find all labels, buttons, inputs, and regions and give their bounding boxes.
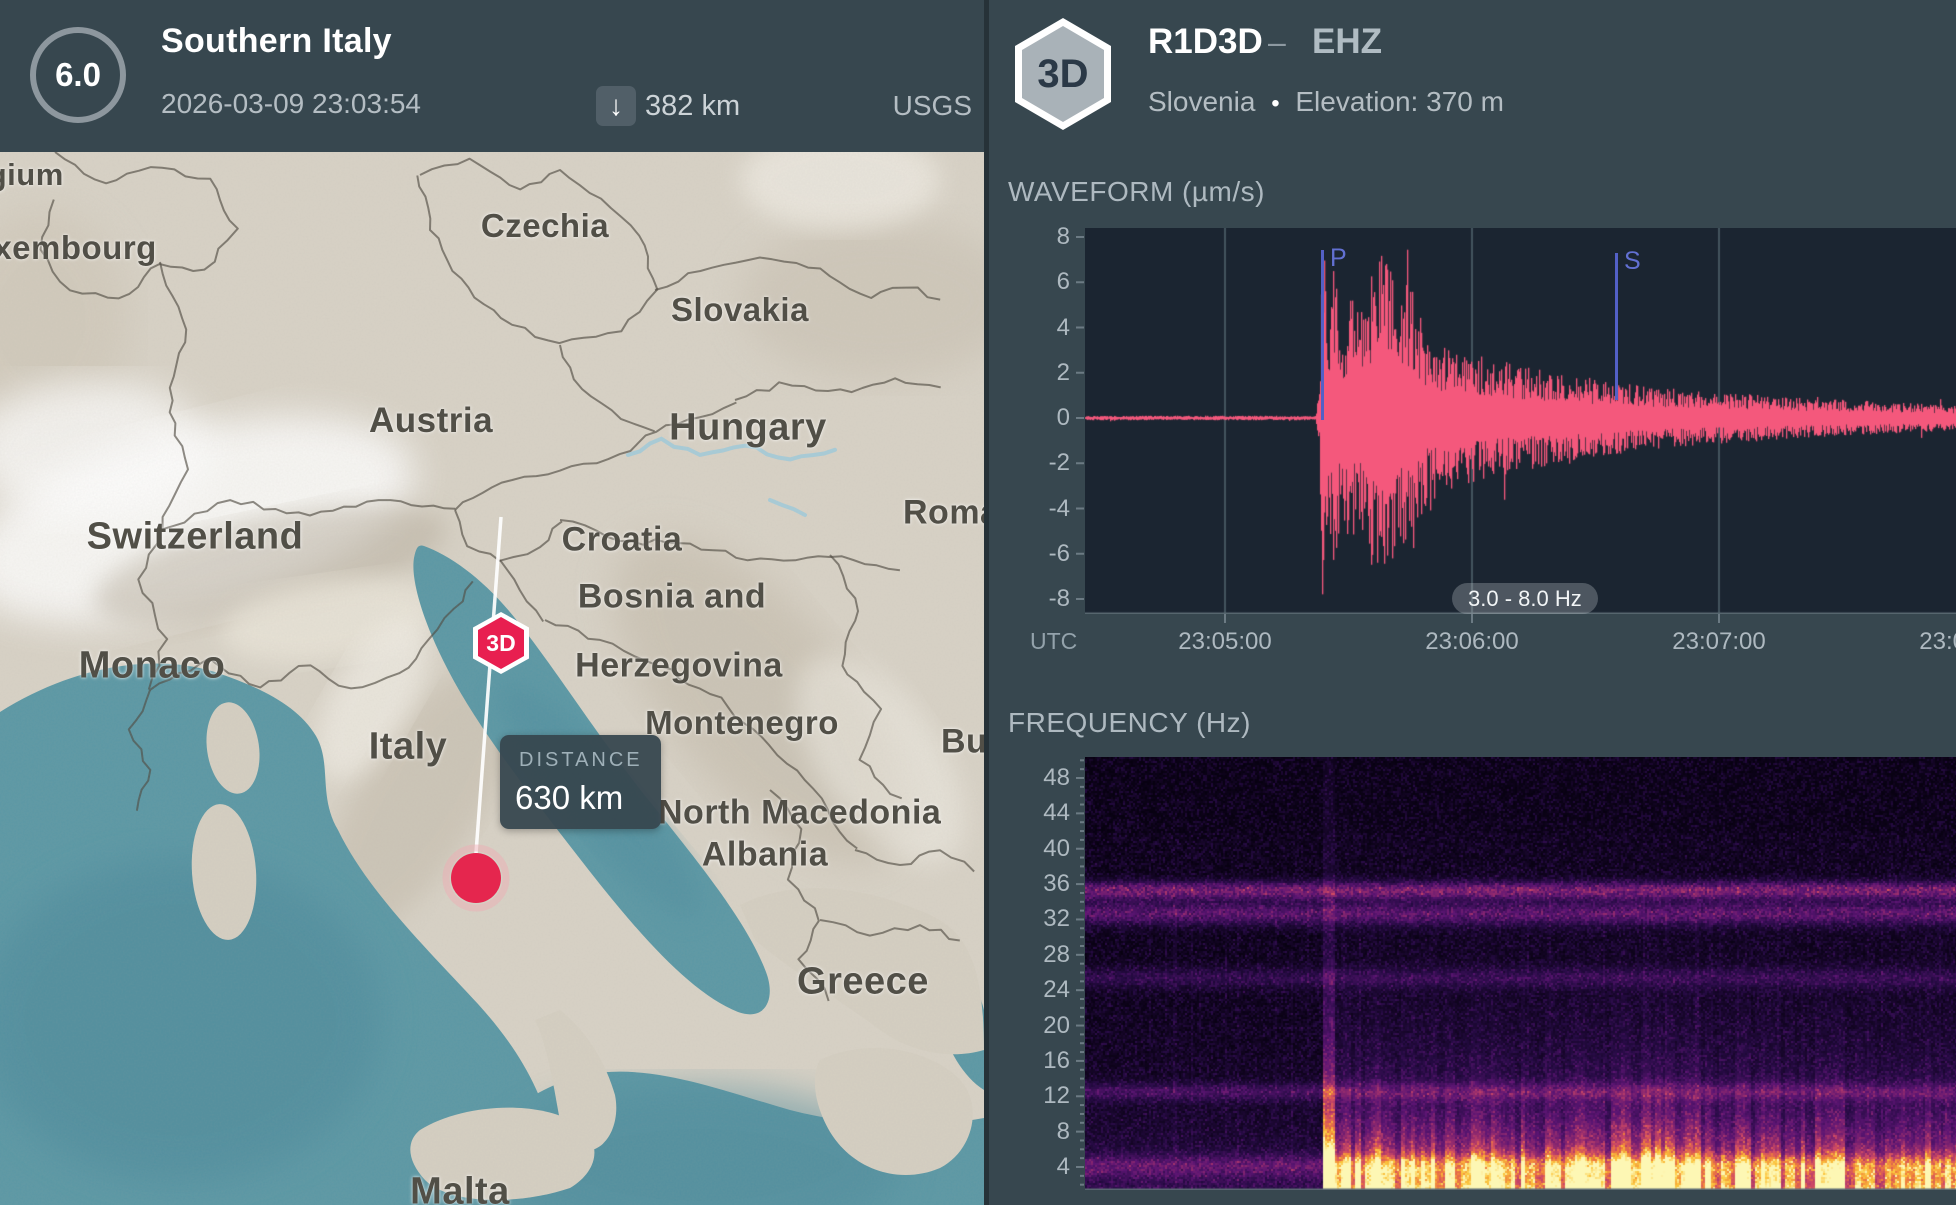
magnitude-badge: 6.0 bbox=[30, 27, 126, 123]
waveform-ytick: 4 bbox=[1008, 314, 1070, 342]
p-phase-label: P bbox=[1330, 244, 1347, 273]
frequency-ytick: 28 bbox=[1008, 941, 1070, 969]
frequency-ytick: 24 bbox=[1008, 976, 1070, 1004]
map-label-montenegro: Montenegro bbox=[645, 704, 839, 742]
utc-label: UTC bbox=[1030, 628, 1077, 655]
frequency-ytick: 12 bbox=[1008, 1082, 1070, 1110]
event-datetime: 2026-03-09 23:03:54 bbox=[161, 88, 421, 120]
map-label-bulgaria: Bulgaria bbox=[941, 723, 984, 762]
station-location-line: Slovenia • Elevation: 370 m bbox=[1148, 86, 1504, 118]
waveform-ytick: -4 bbox=[1008, 495, 1070, 523]
distance-tooltip: DISTANCE 630 km bbox=[500, 735, 661, 829]
map-label-belgium: Belgium bbox=[0, 157, 64, 193]
station-channel[interactable]: EHZ bbox=[1312, 22, 1382, 62]
p-phase-marker bbox=[1321, 250, 1324, 420]
frequency-ytick: 4 bbox=[1008, 1153, 1070, 1181]
map-label-greece: Greece bbox=[797, 961, 929, 1004]
filter-badge: 3.0 - 8.0 Hz bbox=[1452, 583, 1598, 614]
frequency-ytick: 16 bbox=[1008, 1047, 1070, 1075]
waveform-ytick: 8 bbox=[1008, 223, 1070, 251]
frequency-ytick: 48 bbox=[1008, 764, 1070, 792]
map-label-romania: Romania bbox=[903, 494, 984, 533]
waveform-ytick: -6 bbox=[1008, 540, 1070, 568]
frequency-ytick: 44 bbox=[1008, 799, 1070, 827]
waveform-ytick: -2 bbox=[1008, 449, 1070, 477]
epicenter-marker[interactable] bbox=[446, 848, 506, 908]
station-code: R1D3D bbox=[1148, 22, 1263, 62]
station-badge-inner: 3D bbox=[1022, 26, 1104, 122]
depth-arrow-icon: ↓ bbox=[596, 86, 636, 126]
s-phase-marker bbox=[1615, 253, 1618, 400]
event-region: Southern Italy bbox=[161, 22, 392, 61]
s-phase-label: S bbox=[1624, 247, 1641, 276]
distance-tooltip-title: DISTANCE bbox=[519, 749, 643, 772]
station-map-marker-label: 3D bbox=[486, 630, 515, 657]
map-label-slovakia: Slovakia bbox=[671, 291, 809, 329]
frequency-ytick: 8 bbox=[1008, 1118, 1070, 1146]
waveform-plot[interactable] bbox=[1085, 228, 1956, 614]
time-tick-label: 23:07:00 bbox=[1672, 628, 1765, 656]
map-label-switzerland: Switzerland bbox=[87, 516, 304, 559]
map-label-italy: Italy bbox=[369, 726, 448, 769]
event-source: USGS bbox=[872, 90, 972, 122]
map-label-czechia: Czechia bbox=[481, 207, 609, 245]
station-map-marker-badge: 3D bbox=[478, 617, 524, 669]
waveform-title: WAVEFORM (µm/s) bbox=[1008, 176, 1265, 208]
frequency-ytick: 32 bbox=[1008, 905, 1070, 933]
map-label-bosnia-2: Herzegovina bbox=[575, 647, 783, 686]
map-label-hungary: Hungary bbox=[669, 407, 827, 450]
time-tick-label: 23:05:00 bbox=[1178, 628, 1271, 656]
map-label-croatia: Croatia bbox=[562, 521, 683, 560]
map-label-monaco: Monaco bbox=[79, 645, 226, 688]
map[interactable]: Belgium Luxembourg Czechia Slovakia Austria H… bbox=[0, 152, 984, 1205]
bullet-separator: • bbox=[1271, 90, 1279, 117]
map-label-north-macedonia: North Macedonia bbox=[658, 794, 941, 833]
frequency-ytick: 40 bbox=[1008, 835, 1070, 863]
map-label-austria: Austria bbox=[369, 401, 493, 441]
magnitude-value: 6.0 bbox=[55, 56, 101, 94]
station-badge-label: 3D bbox=[1037, 52, 1088, 97]
time-tick-label: 23:08:00 bbox=[1919, 628, 1956, 656]
waveform-ytick: -8 bbox=[1008, 585, 1070, 613]
event-header: 6.0 Southern Italy 2026-03-09 23:03:54 ↓… bbox=[0, 0, 984, 152]
station-separator: – bbox=[1268, 24, 1286, 61]
map-label-bosnia-1: Bosnia and bbox=[578, 578, 766, 617]
station-elevation: Elevation: 370 m bbox=[1295, 86, 1504, 117]
event-depth: 382 km bbox=[645, 90, 740, 123]
distance-tooltip-value: 630 km bbox=[515, 779, 623, 817]
waveform-ytick: 6 bbox=[1008, 268, 1070, 296]
frequency-ytick: 36 bbox=[1008, 870, 1070, 898]
waveform-ytick: 2 bbox=[1008, 359, 1070, 387]
time-tick-label: 23:06:00 bbox=[1425, 628, 1518, 656]
map-label-luxembourg: Luxembourg bbox=[0, 229, 157, 267]
event-map-panel: Belgium Luxembourg Czechia Slovakia Austria H… bbox=[0, 0, 984, 1205]
frequency-ytick: 20 bbox=[1008, 1012, 1070, 1040]
spectrogram-plot[interactable] bbox=[1085, 757, 1956, 1190]
waveform-ytick: 0 bbox=[1008, 404, 1070, 432]
map-label-albania: Albania bbox=[702, 836, 828, 875]
station-location: Slovenia bbox=[1148, 86, 1255, 117]
frequency-title: FREQUENCY (Hz) bbox=[1008, 707, 1251, 739]
map-label-malta: Malta bbox=[410, 1171, 510, 1205]
